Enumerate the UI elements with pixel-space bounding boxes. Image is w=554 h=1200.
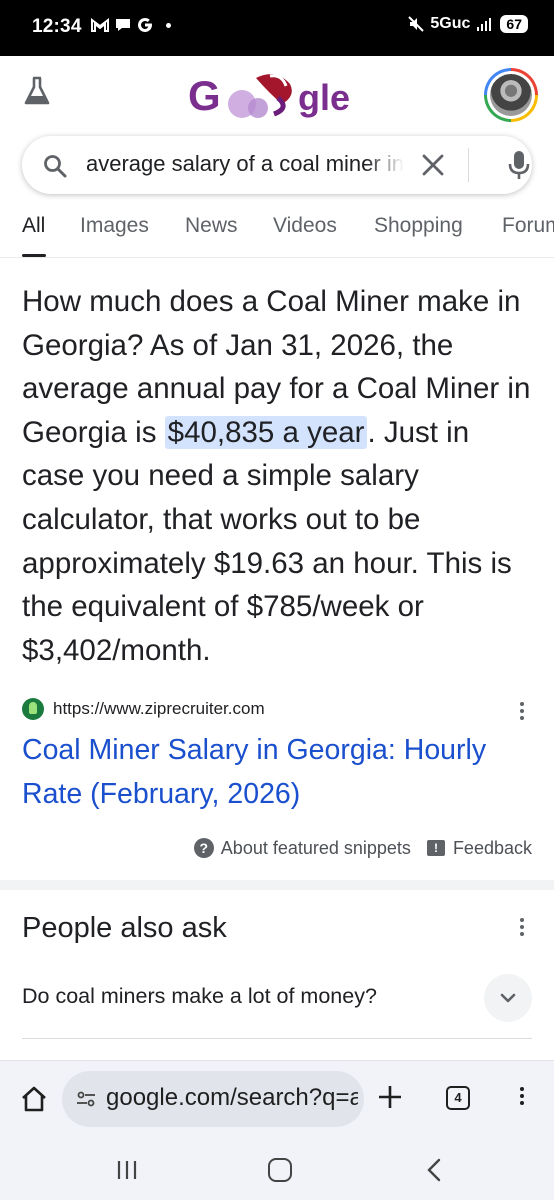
active-tab-indicator xyxy=(22,254,46,257)
paa-more-options-icon[interactable] xyxy=(519,918,525,940)
back-icon[interactable] xyxy=(426,1158,442,1182)
chevron-down-icon xyxy=(500,993,516,1003)
paa-question[interactable]: Do coal miners make a lot of money? xyxy=(22,984,377,1009)
featured-snippet-text: How much does a Coal Miner make in Georg… xyxy=(22,285,531,667)
snippet-source[interactable]: https://www.ziprecruiter.com xyxy=(22,696,265,722)
home-icon[interactable] xyxy=(20,1085,48,1113)
search-tabs: All Images News Videos Shopping Forums xyxy=(0,208,554,258)
tab-news[interactable]: News xyxy=(185,214,238,238)
feedback-link[interactable]: Feedback xyxy=(453,838,532,859)
chat-icon xyxy=(116,19,130,31)
recent-apps-icon[interactable] xyxy=(116,1160,138,1180)
more-notifications-dot xyxy=(166,22,171,28)
tab-forums[interactable]: Forums xyxy=(502,214,554,238)
status-right: 5Guc 67 xyxy=(408,15,528,33)
signal-icon xyxy=(477,18,492,31)
browser-menu-icon[interactable] xyxy=(519,1087,525,1109)
account-avatar[interactable] xyxy=(484,68,538,122)
search-box[interactable]: average salary of a coal miner in georgi… xyxy=(22,136,532,194)
result-title-link[interactable]: Coal Miner Salary in Georgia: Hourly Rat… xyxy=(22,728,522,816)
result-more-options-icon[interactable] xyxy=(519,702,525,724)
tab-videos[interactable]: Videos xyxy=(273,214,337,238)
new-tab-icon[interactable] xyxy=(376,1083,404,1111)
avatar xyxy=(490,74,532,116)
mute-icon xyxy=(408,16,425,32)
tab-switcher-button[interactable]: 4 xyxy=(446,1086,470,1110)
tab-images[interactable]: Images xyxy=(80,214,149,238)
feedback-icon[interactable]: ! xyxy=(426,840,445,856)
address-bar-url[interactable]: google.com/search?q=average+salary xyxy=(106,1084,358,1112)
search-input[interactable]: average salary of a coal miner in georgi… xyxy=(86,151,404,181)
paa-divider xyxy=(22,1038,532,1039)
mic-icon[interactable] xyxy=(508,150,530,180)
search-divider xyxy=(468,148,469,182)
browser-toolbar: google.com/search?q=average+salary 4 xyxy=(0,1060,554,1136)
section-divider xyxy=(0,880,554,890)
tab-shopping[interactable]: Shopping xyxy=(374,214,463,238)
search-icon[interactable] xyxy=(42,153,68,179)
notification-icons xyxy=(90,16,171,34)
about-featured-snippets-link[interactable]: About featured snippets xyxy=(221,838,411,859)
tab-all[interactable]: All xyxy=(22,214,45,238)
svg-text:gle: gle xyxy=(298,77,350,118)
address-bar[interactable]: google.com/search?q=average+salary xyxy=(62,1071,364,1127)
gmail-icon xyxy=(91,18,109,32)
flask-icon[interactable] xyxy=(24,76,50,106)
google-doodle-logo[interactable]: G gle xyxy=(186,64,368,124)
google-g-icon xyxy=(138,17,152,32)
source-url[interactable]: https://www.ziprecruiter.com xyxy=(53,699,265,719)
people-also-ask-title: People also ask xyxy=(22,912,227,944)
site-settings-icon[interactable] xyxy=(76,1089,96,1109)
nav-home-button[interactable] xyxy=(268,1158,292,1182)
close-icon[interactable] xyxy=(420,152,446,178)
network-label: 5Guc xyxy=(430,15,471,32)
status-time: 12:34 xyxy=(32,16,82,37)
status-bar: 12:34 5Guc 67 xyxy=(0,0,554,56)
ziprecruiter-favicon xyxy=(22,698,44,720)
help-icon[interactable]: ? xyxy=(193,838,214,858)
battery-indicator: 67 xyxy=(500,15,528,33)
snippet-footer: ? About featured snippets ! Feedback xyxy=(193,834,532,862)
snippet-highlight: $40,835 a year xyxy=(164,415,368,449)
system-nav-bar xyxy=(0,1136,554,1200)
svg-text:G: G xyxy=(188,72,221,119)
paa-expand-button[interactable] xyxy=(484,974,532,1022)
